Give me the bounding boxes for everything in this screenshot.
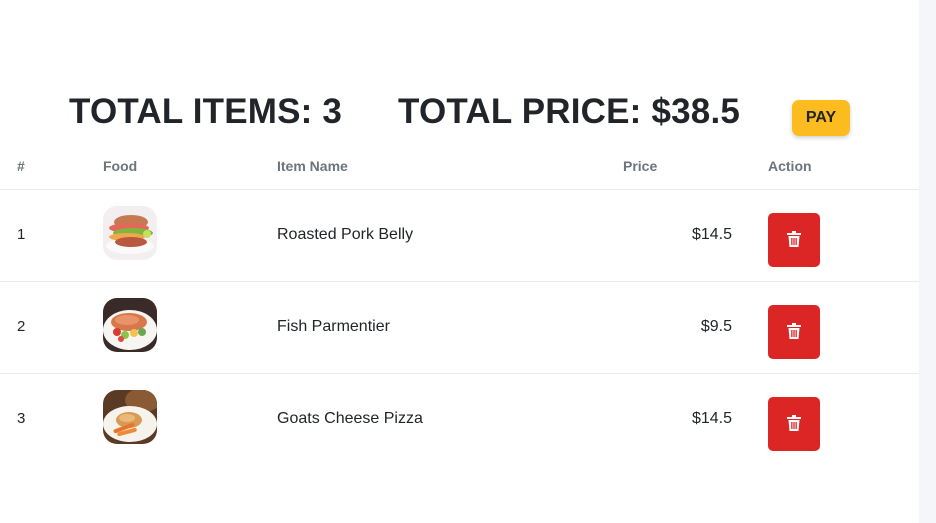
item-name: Roasted Pork Belly bbox=[277, 226, 414, 243]
delete-button[interactable] bbox=[768, 397, 820, 451]
food-image-salmon-fillet bbox=[103, 298, 157, 352]
total-items-heading: TOTAL ITEMS: 3 bbox=[69, 92, 343, 131]
total-price-heading: TOTAL PRICE: $38.5 bbox=[398, 92, 741, 131]
table-row: 1 Roasted Pork Belly $14.5 bbox=[0, 190, 919, 282]
delete-button[interactable] bbox=[768, 213, 820, 267]
trash-icon bbox=[787, 414, 801, 434]
page-scroll-gutter bbox=[919, 0, 936, 523]
item-price: $9.5 bbox=[700, 318, 732, 335]
pay-button[interactable]: PAY bbox=[792, 100, 850, 136]
column-header-index: # bbox=[17, 158, 25, 174]
column-header-item-name: Item Name bbox=[277, 158, 348, 174]
row-index: 2 bbox=[17, 318, 26, 335]
food-image-plated-fish-dish bbox=[103, 390, 157, 444]
item-price: $14.5 bbox=[691, 410, 732, 427]
table-header: # Food Item Name Price Action bbox=[0, 141, 919, 190]
trash-icon bbox=[787, 322, 801, 342]
cart-items-table: 1 Roasted Pork Belly $14.5 2 Fish Parmen… bbox=[0, 190, 919, 466]
food-image-pork-belly-burger bbox=[103, 206, 157, 260]
delete-button[interactable] bbox=[768, 305, 820, 359]
row-index: 1 bbox=[17, 226, 26, 243]
item-price: $14.5 bbox=[691, 226, 732, 243]
column-header-action: Action bbox=[768, 158, 812, 174]
cart-summary: TOTAL ITEMS: 3 TOTAL PRICE: $38.5 PAY bbox=[0, 92, 919, 140]
item-name: Goats Cheese Pizza bbox=[277, 410, 423, 427]
table-row: 2 Fish Parmentier $9.5 bbox=[0, 282, 919, 374]
table-row: 3 Goats Cheese Pizza $14.5 bbox=[0, 374, 919, 466]
column-header-food: Food bbox=[103, 158, 138, 174]
trash-icon bbox=[787, 230, 801, 250]
item-name: Fish Parmentier bbox=[277, 318, 390, 335]
row-index: 3 bbox=[17, 410, 26, 427]
column-header-price: Price bbox=[623, 158, 658, 174]
